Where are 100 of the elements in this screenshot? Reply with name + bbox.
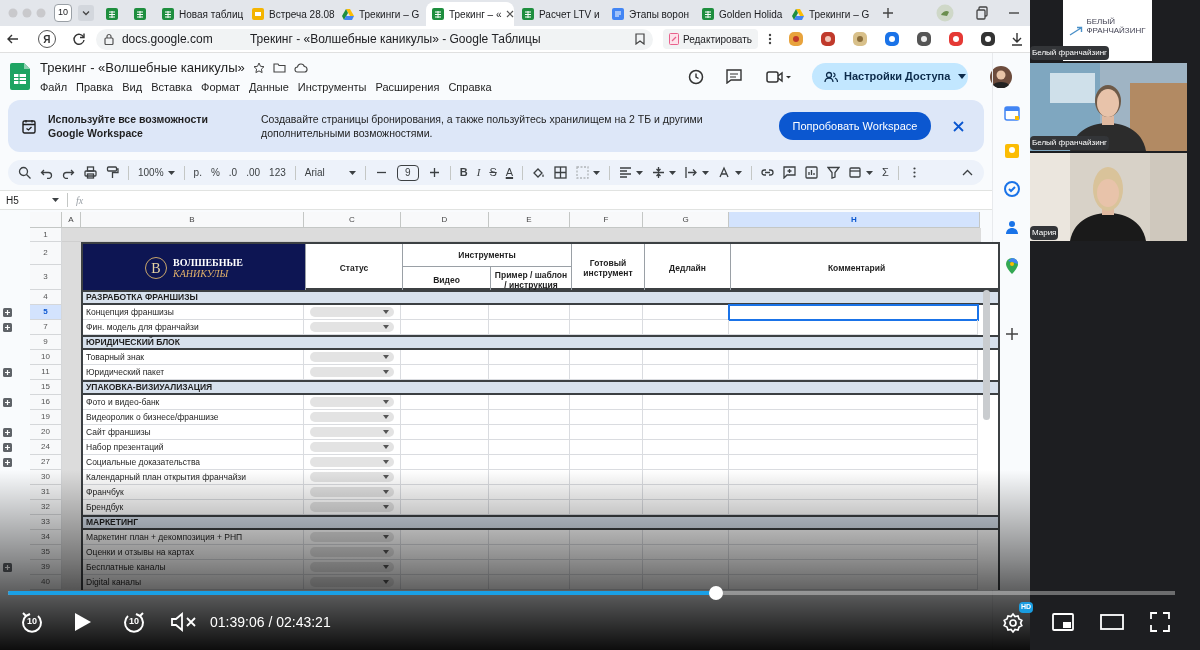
extension-icon[interactable] <box>820 31 836 47</box>
row-number[interactable]: 2 <box>30 242 62 265</box>
extension-icon[interactable] <box>980 31 996 47</box>
expand-row-icon[interactable] <box>3 308 12 317</box>
expand-row-icon[interactable] <box>3 443 12 452</box>
browser-tab[interactable]: Трекинги – G <box>786 2 874 26</box>
share-button[interactable]: Настройки Доступа <box>812 63 968 90</box>
caret-icon[interactable] <box>636 170 644 175</box>
expand-row-icon[interactable] <box>3 428 12 437</box>
font-size-field[interactable]: 9 <box>396 164 419 181</box>
add-comment-icon[interactable] <box>783 166 797 179</box>
row-number[interactable]: 3 <box>30 265 62 290</box>
chart-icon[interactable] <box>805 166 819 179</box>
row-number[interactable]: 27 <box>30 455 62 470</box>
person-icon[interactable] <box>1003 219 1020 235</box>
borders-icon[interactable] <box>554 166 568 179</box>
address-field[interactable]: docs.google.com Трекинг - «Волшебные каникулы» - Google Таблицы <box>95 28 653 50</box>
number-format-button[interactable]: 123 <box>269 165 286 180</box>
edit-button[interactable]: Редактировать <box>662 29 758 49</box>
comment-icon[interactable] <box>726 69 742 84</box>
browser-tab[interactable]: Встреча 28.08 <box>246 2 334 26</box>
muted-speaker-icon[interactable] <box>170 612 198 632</box>
row-number[interactable]: 24 <box>30 440 62 455</box>
menu-item[interactable]: Вставка <box>151 78 192 95</box>
filter-views-icon[interactable] <box>849 166 863 179</box>
search-icon[interactable] <box>18 166 31 179</box>
reload-icon[interactable] <box>71 32 86 46</box>
row-number[interactable]: 5 <box>30 305 62 320</box>
text-wrap-icon[interactable] <box>685 166 699 179</box>
theater-mode-icon[interactable] <box>1100 614 1124 630</box>
menu-item[interactable]: Правка <box>76 78 114 95</box>
calendar-icon[interactable] <box>1003 105 1020 121</box>
rewind-button[interactable]: 10 <box>20 610 44 634</box>
history-icon[interactable] <box>688 68 704 85</box>
menu-item[interactable]: Данные <box>249 78 289 95</box>
paint-format-icon[interactable] <box>106 166 119 179</box>
browser-tab[interactable]: Расчет LTV и <box>516 2 604 26</box>
document-title[interactable]: Трекинг - «Волшебные каникулы» <box>40 58 245 78</box>
text-color-button[interactable]: A <box>505 164 514 181</box>
row-number[interactable]: 15 <box>30 380 62 395</box>
currency-button[interactable]: р. <box>193 165 202 180</box>
row-number[interactable]: 39 <box>30 560 62 575</box>
spreadsheet-logo-icon[interactable] <box>10 63 30 90</box>
row-number[interactable]: 20 <box>30 425 62 440</box>
try-workspace-button[interactable]: Попробовать Workspace <box>779 112 931 140</box>
tab-count-button[interactable]: 10 <box>54 4 72 22</box>
more-vertical-icon[interactable] <box>768 33 772 45</box>
extension-icon[interactable] <box>916 31 932 47</box>
row-number[interactable]: 9 <box>30 335 62 350</box>
filter-icon[interactable] <box>827 166 841 179</box>
row-number[interactable]: 4 <box>30 290 62 305</box>
video-camera-icon[interactable] <box>766 69 792 84</box>
column-header[interactable]: D <box>401 212 489 228</box>
caret-icon[interactable] <box>167 170 175 175</box>
bold-button[interactable]: B <box>459 164 468 181</box>
caret-icon[interactable] <box>866 170 874 175</box>
map-pin-icon[interactable] <box>1004 257 1019 275</box>
browser-tab[interactable]: Новая таблиц <box>156 2 244 26</box>
column-header[interactable]: G <box>643 212 729 228</box>
plus-icon[interactable] <box>1004 327 1019 341</box>
forward-button[interactable]: 10 <box>122 610 146 634</box>
folder-icon[interactable] <box>272 62 286 74</box>
row-number[interactable]: 30 <box>30 470 62 485</box>
tasks-icon[interactable] <box>1003 181 1020 197</box>
caret-icon[interactable] <box>735 170 743 175</box>
expand-row-icon[interactable] <box>3 398 12 407</box>
star-icon[interactable] <box>252 61 265 74</box>
functions-button[interactable]: Σ <box>882 164 889 181</box>
print-icon[interactable] <box>84 166 97 179</box>
cloud-icon[interactable] <box>293 62 308 73</box>
row-number[interactable]: 19 <box>30 410 62 425</box>
column-header[interactable]: H <box>729 212 980 228</box>
column-header[interactable]: C <box>304 212 401 228</box>
settings-button[interactable] <box>1002 610 1026 634</box>
expand-row-icon[interactable] <box>3 563 12 572</box>
chevron-down-icon[interactable] <box>78 5 94 21</box>
caret-icon[interactable] <box>702 170 710 175</box>
close-icon[interactable] <box>953 120 964 132</box>
align-icon[interactable] <box>619 166 633 179</box>
bookmark-icon[interactable] <box>634 33 645 45</box>
caret-icon[interactable] <box>669 170 677 175</box>
strikethrough-button[interactable]: S <box>489 164 497 181</box>
vertical-align-icon[interactable] <box>652 166 666 179</box>
browser-tab[interactable]: Трекинги – G <box>336 2 424 26</box>
cell-reference-field[interactable]: H5 <box>6 192 52 208</box>
picture-in-picture-icon[interactable] <box>1052 613 1074 631</box>
plus-icon[interactable] <box>427 166 441 179</box>
copy-icon[interactable] <box>974 5 990 21</box>
scrollbar-thumb[interactable] <box>983 290 990 420</box>
row-number[interactable]: 11 <box>30 365 62 380</box>
selected-cell[interactable] <box>729 305 978 320</box>
play-icon[interactable] <box>74 612 92 632</box>
merge-cells-icon[interactable] <box>576 166 590 179</box>
browser-tab[interactable]: Golden Holida <box>696 2 784 26</box>
caret-icon[interactable] <box>348 170 356 175</box>
row-number[interactable]: 35 <box>30 545 62 560</box>
column-header[interactable]: B <box>81 212 304 228</box>
menu-item[interactable]: Инструменты <box>297 78 367 95</box>
row-number[interactable]: 31 <box>30 485 62 500</box>
menu-item[interactable]: Формат <box>201 78 241 95</box>
